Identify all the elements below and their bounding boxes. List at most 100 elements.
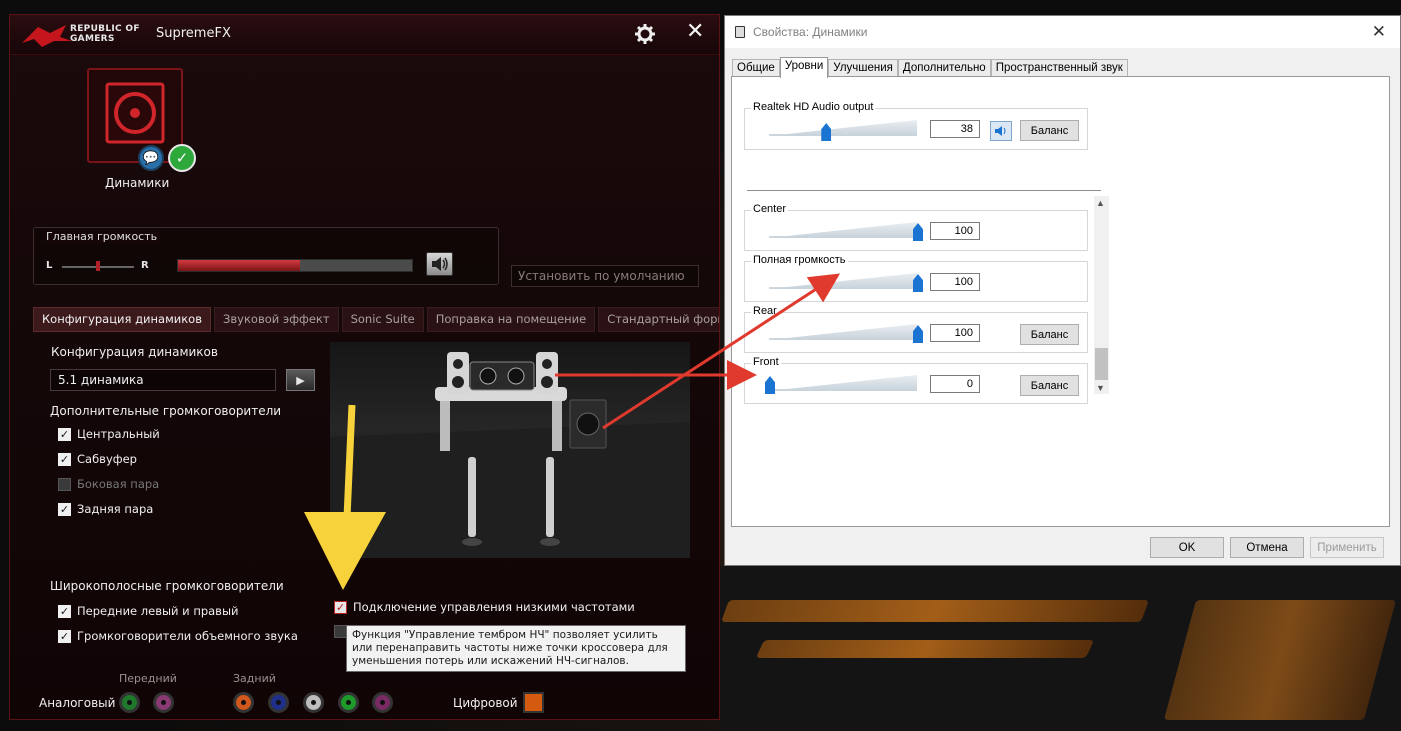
tab-default-format[interactable]: Стандартный формат [598,307,719,332]
mute-toggle-button[interactable] [990,121,1012,141]
balance-button[interactable]: Баланс [1020,375,1079,396]
jack-rear-orange[interactable] [233,692,254,713]
main-volume-slider[interactable] [177,259,413,272]
balance-button[interactable]: Баланс [1020,120,1079,141]
mute-button[interactable] [426,252,453,276]
slider-ramp [769,273,917,289]
play-test-button[interactable]: ▶ [286,369,315,391]
checkbox-subwoofer[interactable]: ✓ Сабвуфер [58,452,137,466]
settings-gear-icon[interactable] [634,23,656,45]
dialog-tab-bar: Общие Уровни Улучшения Дополнительно Про… [732,57,1128,78]
level-label: Center [751,203,789,215]
level-value-input[interactable]: 100 [930,324,980,342]
tab-sound-effect[interactable]: Звуковой эффект [214,307,339,332]
jack-rear-grey[interactable] [303,692,324,713]
desktop-orange-stripe [1163,600,1397,720]
checkbox-icon[interactable]: ✓ [334,600,347,614]
tab-general[interactable]: Общие [732,59,780,77]
close-icon[interactable]: ✕ [1372,22,1386,42]
slider-ramp [769,375,917,391]
balance-button[interactable]: Баланс [1020,324,1079,345]
broadband-speakers-title: Широкополосные громкоговорители [50,579,284,593]
level-label: Realtek HD Audio output [751,101,876,113]
level-group-rear: Rear 100 Баланс [744,305,1088,353]
balance-slider-thumb[interactable] [96,261,100,271]
device-label: Динамики [105,176,170,190]
play-icon: ▶ [296,373,305,387]
level-slider[interactable] [821,123,832,141]
scroll-down-icon[interactable]: ▼ [1096,383,1105,393]
speaker-config-select[interactable]: 5.1 динамика [50,369,276,391]
tab-speaker-config[interactable]: Конфигурация динамиков [33,307,211,332]
tab-sonic-suite[interactable]: Sonic Suite [341,307,424,332]
tab-advanced[interactable]: Дополнительно [897,59,991,77]
checkbox-side-pair: Боковая пара [58,477,159,491]
main-volume-panel: Главная громкость L R [33,227,499,285]
level-value-input[interactable]: 100 [930,273,980,291]
checkbox-icon[interactable]: ✓ [58,427,71,441]
checkmark-icon: ✓ [168,144,196,172]
level-value-input[interactable]: 100 [930,222,980,240]
level-label: Rear [751,305,779,317]
slider-ramp [769,222,917,238]
balance-left-label: L [46,260,53,271]
tab-spatial-sound[interactable]: Пространственный звук [990,59,1128,77]
checkbox-front-lr[interactable]: ✓ Передние левый и правый [58,604,239,618]
front-jacks-label: Передний [119,672,177,685]
level-group-output: Realtek HD Audio output 38 Баланс [744,101,1088,150]
close-icon[interactable]: ✕ [686,21,704,43]
slider-ramp [769,120,917,136]
scroll-up-icon[interactable]: ▲ [1096,198,1105,208]
levels-scrollbar[interactable]: ▲ ▼ [1094,196,1109,394]
level-value-input[interactable]: 0 [930,375,980,393]
checkbox-rear-pair[interactable]: ✓ Задняя пара [58,502,153,516]
slider-ramp [769,324,917,340]
main-volume-fill [178,260,300,271]
rog-tab-bar: Конфигурация динамиков Звуковой эффект S… [33,307,719,332]
ok-button[interactable]: OK [1150,537,1224,558]
level-label: Front [751,356,781,368]
level-label: Полная громкость [751,254,848,266]
desktop-orange-stripe [720,600,1150,622]
speaker-volume-icon [431,257,448,271]
speaker-device-icon [105,82,165,144]
jack-rear-green[interactable] [338,692,359,713]
jack-front-green[interactable] [119,692,140,713]
tab-levels[interactable]: Уровни [779,57,829,78]
checkbox-icon [58,477,71,491]
speaker-config-title: Конфигурация динамиков [51,345,218,359]
rog-brand: REPUBLIC OF GAMERS [70,24,140,44]
digital-port-icon[interactable] [523,692,544,713]
jack-front-pink[interactable] [153,692,174,713]
jack-rear-pink[interactable] [372,692,393,713]
level-slider[interactable] [765,376,775,394]
speakers-device-tile[interactable] [87,68,183,163]
speaker-setup-illustration [330,352,690,558]
rog-titlebar: REPUBLIC OF GAMERS SupremeFX ✕ [10,15,719,55]
checkbox-icon[interactable]: ✓ [58,604,71,618]
desktop-orange-stripe [755,640,1095,658]
cancel-button[interactable]: Отмена [1230,537,1304,558]
checkbox-icon[interactable]: ✓ [58,452,71,466]
speaker-volume-icon [995,126,1006,136]
level-group-full-volume: Полная громкость 100 [744,254,1088,302]
speaker-stage-image [330,342,690,558]
set-default-button[interactable]: Установить по умолчанию [511,265,699,287]
speaker-icon [735,26,745,38]
checkbox-surround[interactable]: ✓ Громкоговорители объемного звука [58,629,298,643]
checkbox-bass-management[interactable]: ✓ Подключение управления низкими частотам… [334,600,635,614]
level-value-input[interactable]: 38 [930,120,980,138]
extra-speakers-title: Дополнительные громкоговорители [50,404,282,418]
tab-enhancements[interactable]: Улучшения [828,59,898,77]
checkbox-center[interactable]: ✓ Центральный [58,427,160,441]
checkbox-icon[interactable]: ✓ [58,502,71,516]
checkbox-icon[interactable]: ✓ [58,629,71,643]
apply-button[interactable]: Применить [1310,537,1384,558]
main-volume-title: Главная громкость [43,230,161,243]
tab-room-correction[interactable]: Поправка на помещение [426,307,596,332]
separator [747,190,1101,191]
scroll-thumb[interactable] [1095,348,1108,380]
app-title: SupremeFX [156,26,231,41]
dialog-titlebar: Свойства: Динамики ✕ [725,16,1400,48]
jack-rear-blue[interactable] [268,692,289,713]
